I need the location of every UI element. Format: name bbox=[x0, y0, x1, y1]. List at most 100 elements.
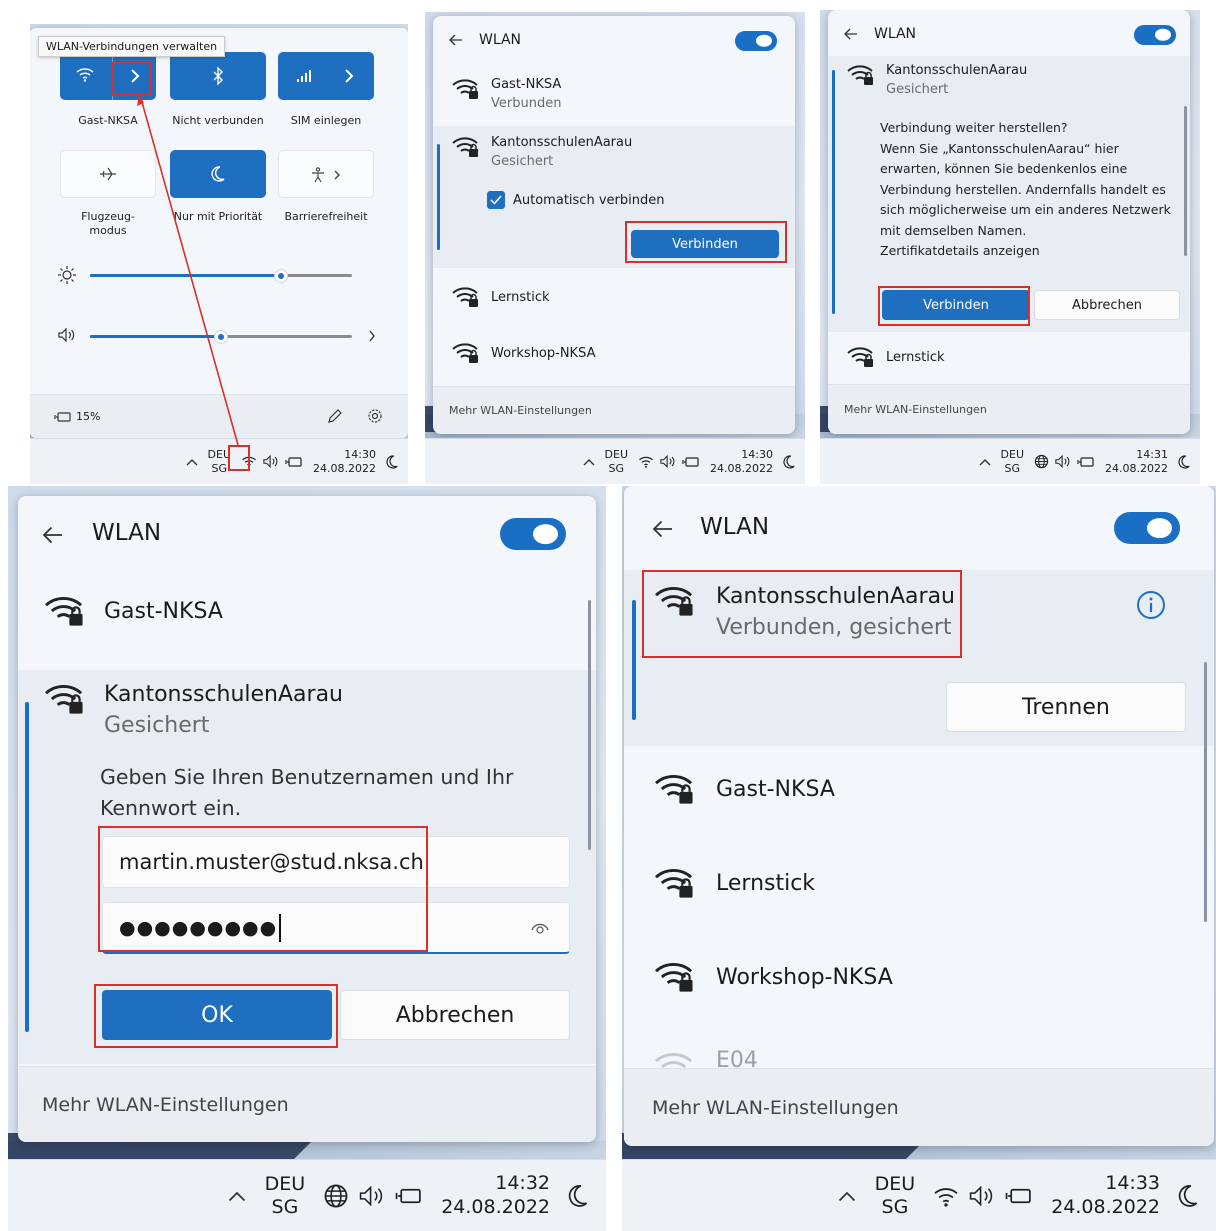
eye-icon[interactable] bbox=[531, 921, 549, 935]
clock[interactable]: 14:31 24.08.2022 bbox=[1105, 448, 1168, 476]
wlan-panel: WLAN KantonsschulenAarau Verbunden, gesic… bbox=[624, 486, 1214, 1146]
cancel-button[interactable]: Abbrechen bbox=[1034, 290, 1180, 320]
more-wlan-settings-link[interactable]: Mehr WLAN-Einstellungen bbox=[624, 1068, 1214, 1146]
network-item[interactable]: Workshop-NKSA bbox=[624, 958, 1214, 996]
chevron-up-icon[interactable] bbox=[583, 458, 595, 466]
back-arrow-icon[interactable] bbox=[42, 526, 64, 544]
wifi-secured-icon bbox=[451, 76, 481, 102]
wlan-panel: WLAN Gast-NKSA Verbunden KantonsschulenAa… bbox=[433, 16, 795, 434]
network-status: Gesichert bbox=[491, 153, 554, 169]
wifi-secured-icon bbox=[846, 62, 876, 88]
network-item-partial[interactable]: E04 bbox=[624, 1048, 1214, 1068]
network-name: Lernstick bbox=[886, 349, 945, 365]
network-item[interactable]: Lernstick bbox=[624, 864, 1214, 902]
screenshot-wlan-warning: WLAN KantonsschulenAarau Gesichert Verbin… bbox=[820, 10, 1200, 484]
battery-charging-icon bbox=[682, 456, 699, 467]
wlan-header: WLAN bbox=[624, 486, 1214, 566]
network-item[interactable]: Lernstick bbox=[828, 344, 1190, 370]
language-indicator[interactable]: DEU SG bbox=[605, 448, 628, 474]
network-name: Gast-NKSA bbox=[104, 598, 223, 624]
back-arrow-icon[interactable] bbox=[844, 28, 858, 40]
network-item[interactable]: Lernstick bbox=[433, 284, 795, 310]
wifi-secured-icon bbox=[652, 958, 698, 996]
taskbar: DEU SG 14:30 24.08.2022 bbox=[425, 438, 805, 484]
network-name: KantonsschulenAarau bbox=[886, 63, 1028, 78]
auto-connect-checkbox[interactable]: Automatisch verbinden bbox=[487, 191, 664, 209]
speaker-icon bbox=[969, 1185, 993, 1206]
more-wlan-settings-link[interactable]: Mehr WLAN-Einstellungen bbox=[18, 1066, 596, 1142]
network-name: Lernstick bbox=[491, 289, 550, 305]
network-item[interactable]: KantonsschulenAarau Gesichert bbox=[828, 62, 1190, 100]
wlan-toggle[interactable] bbox=[735, 31, 777, 51]
moon-icon[interactable] bbox=[1178, 454, 1190, 469]
network-item[interactable]: Gast-NKSA bbox=[624, 770, 1214, 808]
network-item[interactable]: KantonsschulenAarau Gesichert bbox=[433, 134, 795, 172]
network-name: KantonsschulenAarau bbox=[104, 682, 343, 707]
password-input[interactable]: ●●●●●●●●● bbox=[102, 902, 570, 954]
certificate-details-link[interactable]: Zertifikatdetails anzeigen bbox=[880, 241, 1171, 262]
wlan-title: WLAN bbox=[700, 514, 770, 540]
checkbox-checked-icon bbox=[487, 191, 505, 209]
wlan-panel: WLAN Gast-NKSA KantonsschulenAarau Gesich… bbox=[18, 496, 596, 1142]
wlan-toggle[interactable] bbox=[1134, 25, 1176, 45]
taskbar: DEU SG 14:31 24.08.2022 bbox=[820, 438, 1200, 484]
chevron-up-icon[interactable] bbox=[227, 1190, 247, 1202]
ok-button[interactable]: OK bbox=[102, 990, 332, 1040]
system-tray[interactable] bbox=[933, 1185, 1033, 1207]
network-item[interactable]: KantonsschulenAarau Verbunden, gesichert bbox=[624, 582, 1214, 644]
clock[interactable]: 14:33 24.08.2022 bbox=[1051, 1172, 1160, 1220]
network-item[interactable]: Gast-NKSA bbox=[18, 592, 596, 630]
wifi-secured-icon bbox=[652, 770, 698, 808]
connect-button[interactable]: Verbinden bbox=[882, 290, 1030, 320]
more-wlan-settings-link[interactable]: Mehr WLAN-Einstellungen bbox=[433, 386, 795, 434]
clock[interactable]: 14:32 24.08.2022 bbox=[441, 1172, 550, 1220]
language-indicator[interactable]: DEU SG bbox=[1001, 448, 1024, 474]
tooltip: WLAN-Verbindungen verwalten bbox=[38, 36, 226, 57]
chevron-up-icon[interactable] bbox=[837, 1190, 857, 1202]
wifi-secured-icon bbox=[451, 340, 481, 366]
screenshot-quick-settings: WLAN-Verbindungen verwalten Gast-NKSA Ni… bbox=[30, 24, 408, 484]
wlan-toggle[interactable] bbox=[1114, 512, 1180, 544]
more-wlan-settings-link[interactable]: Mehr WLAN-Einstellungen bbox=[828, 384, 1190, 434]
system-tray[interactable] bbox=[638, 455, 700, 468]
network-name: E04 bbox=[716, 1048, 758, 1068]
text-cursor bbox=[279, 913, 282, 942]
disconnect-button[interactable]: Trennen bbox=[946, 682, 1186, 732]
wlan-title: WLAN bbox=[479, 32, 522, 48]
battery-charging-icon bbox=[1077, 456, 1094, 467]
cancel-button[interactable]: Abbrechen bbox=[340, 990, 570, 1040]
selection-accent bbox=[832, 70, 835, 314]
system-tray[interactable] bbox=[1034, 454, 1095, 469]
network-item[interactable]: KantonsschulenAarau Gesichert bbox=[18, 680, 596, 742]
network-name: Gast-NKSA bbox=[716, 776, 835, 802]
back-arrow-icon[interactable] bbox=[652, 520, 674, 538]
connect-button[interactable]: Verbinden bbox=[631, 230, 779, 258]
info-icon[interactable] bbox=[1136, 590, 1166, 620]
network-item[interactable]: Workshop-NKSA bbox=[433, 340, 795, 366]
clock[interactable]: 14:30 24.08.2022 bbox=[710, 448, 773, 476]
wifi-secured-icon bbox=[846, 344, 876, 370]
battery-charging-icon bbox=[395, 1188, 421, 1203]
system-tray[interactable] bbox=[323, 1183, 423, 1209]
warning-text: Verbindung weiter herstellen? Wenn Sie „… bbox=[880, 118, 1171, 262]
language-indicator[interactable]: DEU SG bbox=[875, 1173, 916, 1219]
scrollbar[interactable] bbox=[1184, 106, 1187, 256]
wlan-header: WLAN bbox=[828, 10, 1190, 54]
chevron-up-icon[interactable] bbox=[979, 458, 991, 466]
wlan-toggle[interactable] bbox=[500, 518, 566, 550]
screenshot-wlan-connected: WLAN KantonsschulenAarau Verbunden, gesic… bbox=[622, 486, 1216, 1231]
moon-icon[interactable] bbox=[568, 1184, 588, 1208]
network-name: KantonsschulenAarau bbox=[491, 135, 633, 150]
wifi-secured-icon bbox=[42, 680, 88, 718]
network-status: Verbunden bbox=[491, 95, 562, 111]
network-name: Workshop-NKSA bbox=[716, 964, 893, 990]
back-arrow-icon[interactable] bbox=[449, 34, 463, 46]
moon-icon[interactable] bbox=[1178, 1184, 1198, 1208]
language-indicator[interactable]: DEU SG bbox=[265, 1173, 306, 1219]
moon-icon[interactable] bbox=[783, 454, 795, 469]
network-item[interactable]: Gast-NKSA Verbunden bbox=[433, 76, 795, 114]
network-status: Gesichert bbox=[886, 81, 949, 97]
wlan-header: WLAN bbox=[433, 16, 795, 64]
network-name: Gast-NKSA bbox=[491, 77, 562, 92]
username-input[interactable]: martin.muster@stud.nksa.ch bbox=[102, 836, 570, 888]
